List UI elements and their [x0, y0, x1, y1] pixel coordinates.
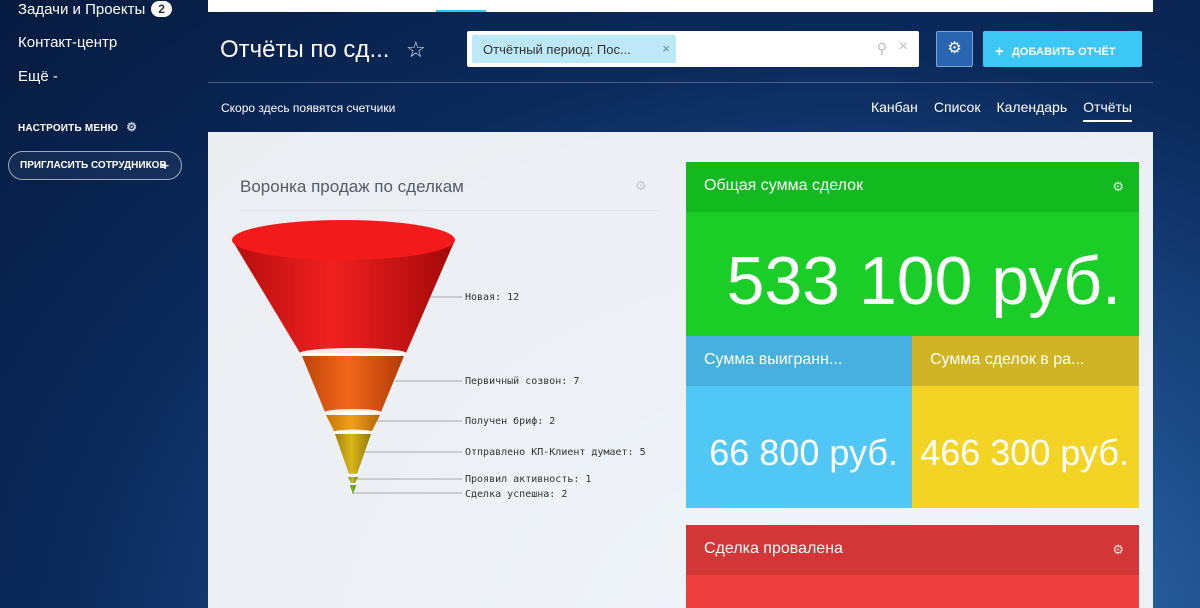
tile-in-progress-sum[interactable]: Сумма сделок в ра... 466 300 руб. — [912, 336, 1139, 508]
tile-value: 533 100 руб. — [726, 243, 1121, 319]
plus-icon: + — [995, 43, 1004, 60]
tile-won-sum[interactable]: Сумма выигранн... 66 800 руб. — [686, 336, 912, 508]
funnel-segment-success — [350, 485, 356, 495]
funnel-label-success: Сделка успешна: 2 — [465, 489, 567, 500]
gear-icon: ⚙ — [947, 40, 962, 57]
funnel-label-first-call: Первичный созвон: 7 — [465, 375, 579, 387]
sidebar-item-label: Контакт-центр — [18, 34, 118, 51]
left-sidebar: Задачи и Проекты 2 Контакт-центр Ещё - НА… — [0, 0, 200, 608]
tasks-count-badge: 2 — [151, 1, 172, 17]
sidebar-item-label: Ещё - — [18, 68, 58, 85]
sales-funnel: Новая: 12 Первичный созвон: 7 Получен бр… — [232, 220, 646, 500]
close-icon[interactable]: × — [662, 41, 670, 56]
tile-title: Сумма выигранн... — [704, 351, 843, 368]
funnel-segment-activity — [348, 477, 358, 483]
invite-label: ПРИГЛАСИТЬ СОТРУДНИКОВ — [20, 160, 167, 171]
tab-reports[interactable]: Отчёты — [1083, 99, 1132, 122]
gear-icon[interactable]: ⚙ — [1112, 542, 1124, 558]
page-title: Отчёты по сд... — [220, 36, 390, 63]
close-icon[interactable]: × — [899, 38, 908, 56]
tile-deal-lost[interactable]: Сделка провалена ⚙ — [686, 525, 1139, 608]
invite-users-button[interactable]: ПРИГЛАСИТЬ СОТРУДНИКОВ + — [8, 151, 182, 180]
star-icon[interactable]: ☆ — [406, 37, 426, 63]
setup-menu-link[interactable]: НАСТРОИТЬ МЕНЮ ⚙ — [18, 120, 137, 134]
counters-note: Скоро здесь появятся счетчики — [221, 101, 396, 115]
filter-chip-label: Отчётный период: Пос... — [483, 42, 631, 57]
funnel-title: Воронка продаж по сделкам — [240, 177, 464, 196]
gear-icon[interactable]: ⚙ — [1112, 179, 1124, 195]
filter-chip[interactable]: Отчётный период: Пос... × — [472, 35, 676, 63]
tile-title: Сделка провалена — [704, 540, 843, 557]
tab-kanban[interactable]: Канбан — [871, 99, 918, 122]
sidebar-item-tasks[interactable]: Задачи и Проекты 2 — [18, 1, 172, 18]
sidebar-item-more[interactable]: Ещё - — [18, 68, 58, 85]
tile-total-deals[interactable]: Общая сумма сделок ⚙ 533 100 руб. — [686, 162, 1139, 336]
funnel-label-brief: Получен бриф: 2 — [465, 415, 555, 427]
gear-icon: ⚙ — [126, 120, 138, 134]
gear-icon[interactable]: ⚙ — [635, 178, 647, 194]
settings-button[interactable]: ⚙ — [936, 31, 973, 67]
sidebar-item-contact-center[interactable]: Контакт-центр — [18, 34, 117, 51]
funnel-label-proposal: Отправлено КП-Клиент думает: 5 — [465, 447, 646, 458]
active-tab-indicator — [436, 10, 486, 12]
filter-search-input[interactable]: Отчётный период: Пос... × ⚲ × — [467, 31, 919, 67]
funnel-label-new: Новая: 12 — [465, 292, 519, 303]
funnel-segment-first-call — [302, 356, 404, 412]
search-icon[interactable]: ⚲ — [877, 40, 887, 57]
tile-value: 466 300 руб. — [920, 432, 1129, 473]
plus-icon: + — [161, 158, 169, 173]
tab-list[interactable]: Список — [934, 99, 981, 122]
tile-value: 66 800 руб. — [709, 432, 898, 473]
tile-title: Общая сумма сделок — [704, 177, 864, 194]
add-report-button[interactable]: + ДОБАВИТЬ ОТЧЁТ — [983, 31, 1142, 67]
view-switcher: Канбан Список Календарь Отчёты — [871, 99, 1132, 122]
add-report-label: ДОБАВИТЬ ОТЧЁТ — [1011, 46, 1116, 58]
funnel-top-ellipse — [232, 220, 455, 260]
sidebar-item-label: Задачи и Проекты — [18, 1, 146, 18]
funnel-segment-brief — [326, 415, 380, 431]
top-strip — [208, 0, 1153, 12]
tile-title: Сумма сделок в ра... — [930, 351, 1085, 368]
header-divider — [208, 82, 1153, 83]
funnel-label-activity: Проявил активность: 1 — [465, 474, 591, 485]
setup-menu-label: НАСТРОИТЬ МЕНЮ — [18, 123, 119, 134]
funnel-divider — [240, 210, 658, 211]
tab-calendar[interactable]: Календарь — [996, 99, 1067, 122]
